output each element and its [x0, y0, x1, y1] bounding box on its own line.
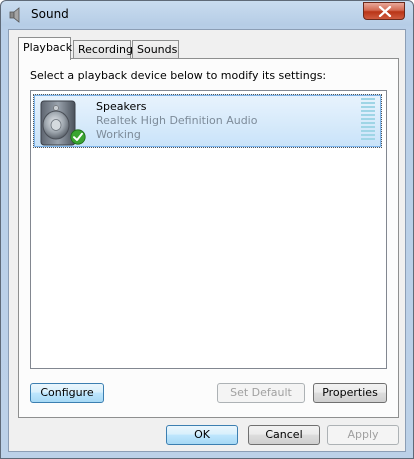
apply-button-label: Apply: [347, 428, 379, 441]
tab-playback[interactable]: Playback: [18, 37, 72, 60]
configure-button[interactable]: Configure: [30, 383, 104, 403]
device-status: Working: [96, 128, 141, 141]
close-button[interactable]: [363, 2, 405, 20]
speaker-icon: [8, 7, 24, 23]
volume-level-meter: [361, 98, 375, 142]
tab-recording[interactable]: Recording: [73, 40, 133, 58]
set-default-button-label: Set Default: [230, 386, 292, 399]
set-default-button[interactable]: Set Default: [217, 383, 305, 403]
device-description: Realtek High Definition Audio: [96, 114, 258, 127]
close-icon: [378, 6, 392, 17]
device-item-speakers[interactable]: Speakers Realtek High Definition Audio W…: [33, 94, 382, 148]
properties-button-label: Properties: [322, 386, 378, 399]
configure-button-label: Configure: [40, 386, 94, 399]
cancel-button-label: Cancel: [265, 428, 303, 441]
sound-dialog-window: Sound Playback Recording Sounds Select a…: [0, 0, 414, 459]
tab-sounds[interactable]: Sounds: [132, 40, 179, 58]
properties-button[interactable]: Properties: [313, 383, 387, 403]
default-checkmark-icon: [70, 129, 86, 145]
playback-device-list[interactable]: Speakers Realtek High Definition Audio W…: [30, 90, 387, 369]
ok-button[interactable]: OK: [166, 425, 238, 445]
window-title: Sound: [31, 7, 69, 21]
playback-tab-panel: Select a playback device below to modify…: [18, 58, 399, 418]
instruction-text: Select a playback device below to modify…: [30, 69, 327, 82]
cancel-button[interactable]: Cancel: [248, 425, 320, 445]
title-bar[interactable]: Sound: [1, 1, 413, 29]
ok-button-label: OK: [194, 428, 210, 441]
device-name: Speakers: [96, 100, 147, 113]
apply-button[interactable]: Apply: [327, 425, 399, 445]
dialog-client-area: Playback Recording Sounds Select a playb…: [8, 29, 406, 452]
